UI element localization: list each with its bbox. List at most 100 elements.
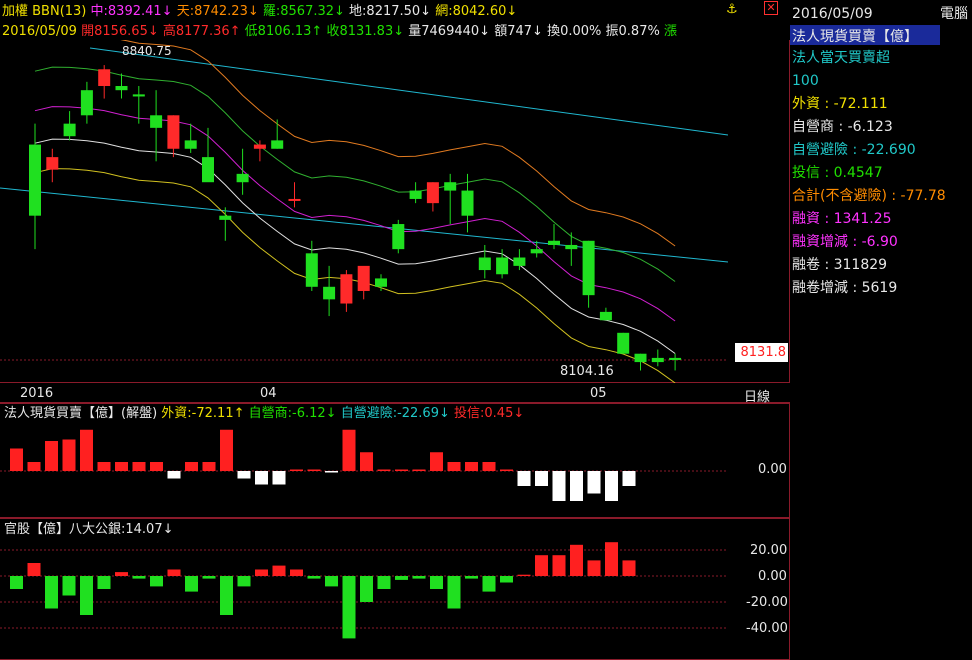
panel2-bar	[45, 441, 58, 471]
quote-turnover: 換0.00%	[547, 24, 602, 39]
panel2-header: 法人現貨買賣【億】(解盤) 外資:-72.11↑ 自營商:-6.12↓ 自營避險…	[4, 406, 524, 422]
panel2-bar	[220, 429, 233, 471]
candle-body	[115, 86, 128, 91]
panel3-bar	[360, 576, 373, 602]
channel-upper-line	[89, 47, 728, 136]
panel3-bar	[377, 576, 391, 589]
panel3-bar	[115, 572, 128, 576]
panel2-bar	[255, 471, 268, 485]
candle-body	[357, 265, 370, 291]
candle-body	[392, 224, 405, 250]
panel2-bar	[465, 462, 478, 471]
panel3-bar	[80, 576, 93, 615]
panel2-bar	[325, 471, 338, 473]
panel3-bar	[150, 576, 163, 587]
panel2-bar	[605, 471, 618, 501]
sidebar-row: 自營商 : -6.123	[792, 119, 893, 135]
close-icon[interactable]: ✕	[764, 1, 778, 15]
bbn-upper: 天:8742.23↓	[176, 4, 259, 19]
panel3-bar	[395, 576, 408, 580]
quote-high: 高8177.36↑	[162, 24, 241, 39]
panel3-bar	[307, 576, 321, 579]
panel3-bar	[45, 576, 58, 609]
sidebar-row: 融資增減 : -6.90	[792, 234, 898, 250]
panel3-bar	[10, 576, 23, 589]
panel3-bar	[605, 542, 618, 576]
panel2-bar	[202, 462, 216, 471]
sidebar-row: 融卷 : 311829	[792, 257, 888, 273]
panel3-title: 官股【億】八大公銀:14.07↓	[4, 522, 174, 537]
candle-body	[548, 240, 560, 245]
panel2-bar	[272, 471, 286, 485]
candle-body	[271, 140, 284, 149]
quote-amplitude: 振0.87%	[605, 24, 660, 39]
bbn-lower: 地:8217.50↓	[349, 4, 432, 19]
band-lower-white	[34, 138, 676, 354]
panel3-bar	[587, 560, 601, 576]
sidebar-selected-label: 法人現貨買賣【億】	[792, 29, 918, 45]
panel3-bar	[185, 576, 198, 592]
panel2-bar	[290, 469, 303, 471]
timeframe-label[interactable]: 日線	[744, 386, 770, 405]
sidebar-row: 融卷增減 : 5619	[792, 280, 898, 296]
x-tick-2016: 2016	[20, 386, 54, 401]
band-upper-orange	[120, 40, 676, 247]
panel3-bar	[132, 576, 146, 579]
panel2-dealer: 自營商:-6.12↓	[248, 406, 337, 421]
candle-body	[184, 140, 197, 149]
panel2-bar	[622, 471, 636, 486]
candle-body	[651, 357, 664, 363]
low-price-label: 8104.16	[560, 364, 614, 379]
panel2-bar	[97, 462, 111, 471]
candle-body	[46, 157, 59, 170]
panel2-bar	[132, 462, 146, 471]
band-lower-yellow	[34, 168, 676, 383]
sidebar-row: 合計(不含避險) : -77.78	[792, 188, 946, 204]
candle-body	[409, 190, 422, 199]
panel2-bar	[535, 471, 548, 486]
candle-body	[375, 278, 387, 287]
panel2-bar	[360, 452, 373, 471]
panel2-bar	[430, 452, 443, 471]
sidebar-row: 投信 : 0.4547	[792, 165, 883, 181]
panel3-bar	[220, 576, 233, 615]
panel3-bar	[27, 563, 41, 576]
panel3-bar	[290, 569, 303, 576]
panel2-bar	[482, 462, 496, 471]
candle-body	[202, 157, 214, 183]
header-line-1: 加權 BBN(13) 中:8392.41↓ 天:8742.23↓ 羅:8567.…	[2, 4, 517, 20]
panel2-bar	[150, 462, 163, 471]
panel2-title: 法人現貨買賣【億】(解盤)	[4, 406, 158, 421]
candle-body	[599, 311, 612, 321]
panel3-bar	[622, 560, 636, 576]
panel3-bar	[482, 576, 496, 592]
pin-icon[interactable]: ⚓	[726, 2, 738, 17]
quote-close: 收8131.83↓	[326, 24, 405, 39]
panel2-bar	[447, 462, 461, 471]
candle-body	[669, 357, 682, 360]
candle-body	[132, 94, 145, 97]
x-axis-row	[0, 383, 790, 403]
panel3-y-m40: -40.00	[746, 621, 788, 636]
panel2-dealer-hedge: 自營避險:-22.69↓	[340, 406, 450, 421]
candle-body	[340, 274, 353, 304]
sidebar-selected-item[interactable]: 法人現貨買賣【億】	[790, 25, 940, 45]
panel3-bar	[97, 576, 111, 589]
panel3-bar	[237, 576, 251, 587]
price-chart[interactable]	[0, 40, 728, 383]
band-upper-green	[34, 66, 676, 282]
panel3-bar	[255, 569, 268, 576]
bbn-net: 網:8042.60↓	[435, 4, 518, 19]
panel3-bar	[500, 576, 513, 583]
candle-body	[80, 90, 93, 116]
sidebar-row: 融資 : 1341.25	[792, 211, 892, 227]
candle-body	[496, 257, 509, 275]
sidebar-tab[interactable]: 電腦	[940, 5, 968, 23]
panel2-bar	[500, 469, 513, 471]
panel3-bar	[272, 565, 286, 576]
candle-body	[29, 144, 41, 216]
panel3-chart[interactable]	[0, 518, 728, 660]
panel2-bar	[552, 471, 566, 501]
panel2-bar	[237, 471, 251, 479]
quote-low: 低8106.13↑	[244, 24, 323, 39]
